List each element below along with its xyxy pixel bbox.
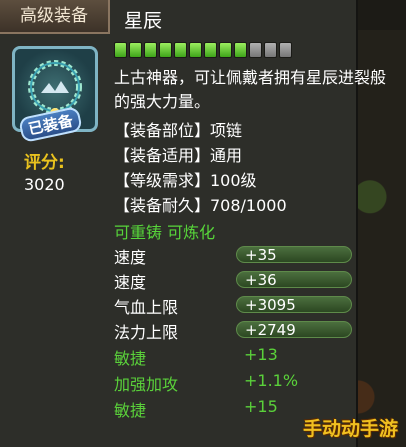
stat-name: 气血上限 — [114, 298, 179, 317]
stat-value: +36 — [245, 271, 277, 289]
bonus-name: 敏捷 — [114, 401, 147, 420]
score-value: 3020 — [24, 175, 65, 194]
bonus-value: +13 — [244, 345, 278, 364]
watermark: 手动动手游 — [302, 418, 398, 440]
stat-name: 速度 — [114, 248, 147, 267]
durability-segment-filled — [189, 42, 202, 58]
stat-value: +3095 — [245, 296, 296, 314]
info-slot: 【装备部位】项链 — [114, 121, 243, 140]
bonus-name: 敏捷 — [114, 349, 147, 368]
durability-segment-filled — [114, 42, 127, 58]
durability-segment-filled — [144, 42, 157, 58]
item-name: 星辰 — [124, 10, 163, 32]
tab-advanced-equipment[interactable]: 高级装备 — [0, 0, 110, 34]
durability-segment-filled — [159, 42, 172, 58]
info-durability: 【装备耐久】708/1000 — [114, 196, 287, 215]
item-description: 上古神器，可让佩戴者拥有星辰进裂般的强大力量。 — [114, 68, 387, 111]
item-tooltip-panel: 高级装备 星辰 已装备 评分: 3020 上古神器，可让佩戴者拥有星辰进裂般的强… — [0, 0, 386, 447]
item-flags: 可重铸 可炼化 — [114, 223, 216, 242]
stat-bar: +35 — [236, 246, 352, 264]
durability-segment-empty — [249, 42, 262, 58]
durability-segment-filled — [204, 42, 217, 58]
durability-segment-empty — [279, 42, 292, 58]
durability-segment-filled — [129, 42, 142, 58]
bonus-value: +1.1% — [244, 371, 299, 390]
info-applicable: 【装备适用】通用 — [114, 146, 243, 165]
info-level: 【等级需求】100级 — [114, 171, 257, 190]
stat-bar: +3095 — [236, 296, 352, 314]
durability-segment-filled — [219, 42, 232, 58]
bonus-value: +15 — [244, 397, 278, 416]
durability-segment-filled — [174, 42, 187, 58]
stat-name: 速度 — [114, 273, 147, 292]
durability-segment-empty — [264, 42, 277, 58]
stat-bar: +36 — [236, 271, 352, 289]
stat-value: +2749 — [245, 321, 296, 339]
score-label: 评分: — [24, 153, 65, 173]
durability-segment-filled — [234, 42, 247, 58]
bonus-name: 加强加攻 — [114, 375, 179, 394]
stat-value: +35 — [245, 246, 277, 264]
stat-bar: +2749 — [236, 321, 352, 339]
durability-bar — [114, 42, 292, 58]
stat-name: 法力上限 — [114, 323, 179, 342]
